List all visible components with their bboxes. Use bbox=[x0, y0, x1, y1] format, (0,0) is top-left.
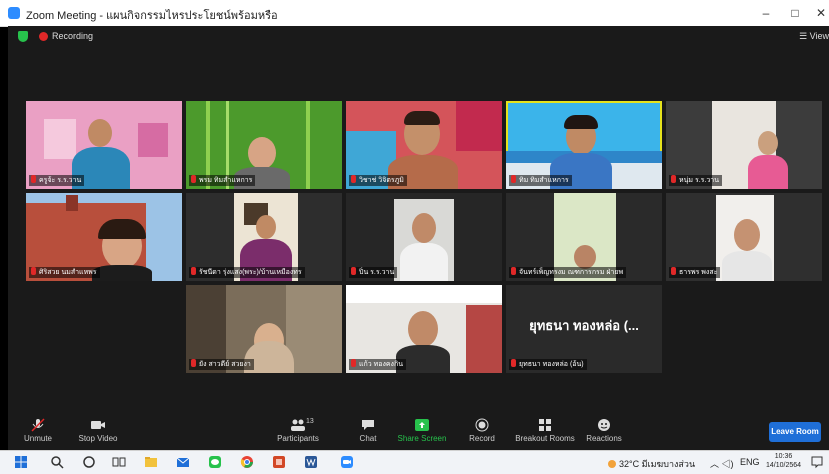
participant-name: จันทร์เพ็ญทรงม ณฑการกรม ฝ่ายพ bbox=[509, 267, 627, 278]
meeting-info-bar: Recording ☰ View bbox=[8, 28, 829, 46]
video-tile[interactable]: แก้ว ทองคงกิน bbox=[346, 285, 502, 373]
minimize-button[interactable]: – bbox=[751, 4, 781, 22]
video-tile[interactable]: วิชาช่ วิจิตรภูมิ bbox=[346, 101, 502, 189]
leave-room-button[interactable]: Leave Room bbox=[769, 422, 821, 442]
participant-name: วิชาช่ วิจิตรภูมิ bbox=[349, 175, 407, 186]
chrome-icon[interactable] bbox=[240, 455, 254, 469]
notifications-icon[interactable] bbox=[810, 455, 824, 469]
search-icon[interactable] bbox=[50, 455, 64, 469]
chat-bubble-icon bbox=[362, 420, 374, 430]
video-tile[interactable]: ครูจ้ะ ร.ร.วาน bbox=[26, 101, 182, 189]
participant-name: แก้ว ทองคงกิน bbox=[349, 359, 406, 370]
weather-sun-icon bbox=[608, 460, 616, 468]
video-tile-active-speaker[interactable]: ทิม ทิมสำแหการ bbox=[506, 101, 662, 189]
video-tile[interactable]: ศิริสวย นมสำแหพร bbox=[26, 193, 182, 281]
breakout-rooms-icon bbox=[539, 419, 551, 431]
muted-mic-icon bbox=[511, 267, 516, 275]
participant-name: ปิ่น ร.ร.วาน bbox=[349, 267, 398, 278]
window-titlebar: Zoom Meeting - แผนกิจกรรมไหรประโยชน์พร้อ… bbox=[0, 0, 829, 27]
windows-taskbar: 32°C มีเมฆบางส่วน ︿ ◁) ENG 10:36 14/10/2… bbox=[0, 450, 829, 474]
muted-mic-icon bbox=[351, 359, 356, 367]
record-icon bbox=[475, 418, 489, 432]
windows-start-icon[interactable] bbox=[14, 455, 28, 469]
reactions-button[interactable]: Reactions bbox=[574, 418, 634, 443]
stop-video-button[interactable]: Stop Video bbox=[68, 418, 128, 443]
clock[interactable]: 10:36 14/10/2564 bbox=[766, 452, 801, 470]
participant-name: ทิม ทิมสำแหการ bbox=[509, 175, 572, 186]
video-tile[interactable]: ธารพร พงสะ bbox=[666, 193, 822, 281]
video-tile[interactable]: หนุ่ม ร.ร.วาน bbox=[666, 101, 822, 189]
language-indicator[interactable]: ENG bbox=[740, 457, 760, 467]
window-title: Zoom Meeting - แผนกิจกรรมไหรประโยชน์พร้อ… bbox=[26, 10, 278, 22]
video-tile-no-video[interactable]: ยุทธนา ทองหล่อ (... ยุทธนา ทองหล่อ (อ้น) bbox=[506, 285, 662, 373]
video-tile[interactable]: ปิ่น ร.ร.วาน bbox=[346, 193, 502, 281]
zoom-app-icon bbox=[8, 7, 20, 19]
mail-icon[interactable] bbox=[176, 455, 190, 469]
muted-mic-icon bbox=[511, 175, 516, 183]
participants-button[interactable]: Participants 13 bbox=[268, 418, 328, 443]
share-screen-icon bbox=[415, 419, 429, 431]
muted-mic-icon bbox=[31, 175, 36, 183]
zoom-taskbar-icon[interactable] bbox=[340, 455, 354, 469]
muted-mic-icon bbox=[351, 267, 356, 275]
muted-mic-icon bbox=[671, 267, 676, 275]
muted-mic-icon bbox=[191, 267, 196, 275]
participant-name: พรม ทิมสำแหการ bbox=[189, 175, 256, 186]
video-tile[interactable]: รัชนีดา รุ่งแสง(พระ)/บ้านเหมืองทร bbox=[186, 193, 342, 281]
security-shield-icon[interactable] bbox=[18, 31, 28, 42]
video-tile[interactable]: พรม ทิมสำแหการ bbox=[186, 101, 342, 189]
participants-count: 13 bbox=[306, 418, 314, 425]
meeting-toolbar: Unmute Stop Video Participants 13 Chat S… bbox=[8, 416, 829, 450]
system-tray-icons[interactable]: ︿ ◁) bbox=[710, 457, 734, 470]
smiley-icon bbox=[598, 419, 610, 431]
participant-display-name: ยุทธนา ทองหล่อ (... bbox=[529, 318, 639, 333]
powerpoint-icon[interactable] bbox=[272, 455, 286, 469]
muted-mic-icon bbox=[31, 267, 36, 275]
muted-microphone-icon bbox=[31, 418, 45, 432]
participant-name: หนุ่ม ร.ร.วาน bbox=[669, 175, 723, 186]
chat-button[interactable]: Chat bbox=[338, 418, 398, 443]
file-explorer-icon[interactable] bbox=[144, 455, 158, 469]
participant-name: ครูจ้ะ ร.ร.วาน bbox=[29, 175, 85, 186]
participant-name: ยุทธนา ทองหล่อ (อ้น) bbox=[509, 359, 587, 370]
cortana-icon[interactable] bbox=[82, 455, 96, 469]
task-view-icon[interactable] bbox=[112, 455, 126, 469]
unmute-button[interactable]: Unmute bbox=[8, 418, 68, 443]
muted-mic-icon bbox=[191, 175, 196, 183]
record-button[interactable]: Record bbox=[452, 418, 512, 443]
participant-name: ยัง สาวดีย์ สวยงา bbox=[189, 359, 254, 370]
participants-icon bbox=[291, 419, 305, 431]
view-label: View bbox=[809, 31, 829, 41]
line-app-icon[interactable] bbox=[208, 455, 222, 469]
view-button[interactable]: ☰ View bbox=[799, 31, 829, 42]
word-icon[interactable] bbox=[304, 455, 318, 469]
weather-widget[interactable]: 32°C มีเมฆบางส่วน bbox=[608, 457, 695, 471]
recording-dot-icon bbox=[39, 32, 48, 41]
video-tile[interactable]: ยัง สาวดีย์ สวยงา bbox=[186, 285, 342, 373]
close-button[interactable]: ✕ bbox=[806, 4, 829, 22]
breakout-rooms-button[interactable]: Breakout Rooms bbox=[514, 418, 576, 443]
muted-mic-icon bbox=[671, 175, 676, 183]
participant-name: รัชนีดา รุ่งแสง(พระ)/บ้านเหมืองทร bbox=[189, 267, 305, 278]
recording-label: Recording bbox=[52, 31, 94, 41]
muted-mic-icon bbox=[191, 359, 196, 367]
participant-name: ศิริสวย นมสำแหพร bbox=[29, 267, 100, 278]
video-camera-icon bbox=[91, 421, 105, 429]
participant-name: ธารพร พงสะ bbox=[669, 267, 721, 278]
video-tile[interactable]: จันทร์เพ็ญทรงม ณฑการกรม ฝ่ายพ bbox=[506, 193, 662, 281]
share-screen-button[interactable]: Share Screen bbox=[392, 418, 452, 443]
muted-mic-icon bbox=[511, 359, 516, 367]
muted-mic-icon bbox=[351, 175, 356, 183]
